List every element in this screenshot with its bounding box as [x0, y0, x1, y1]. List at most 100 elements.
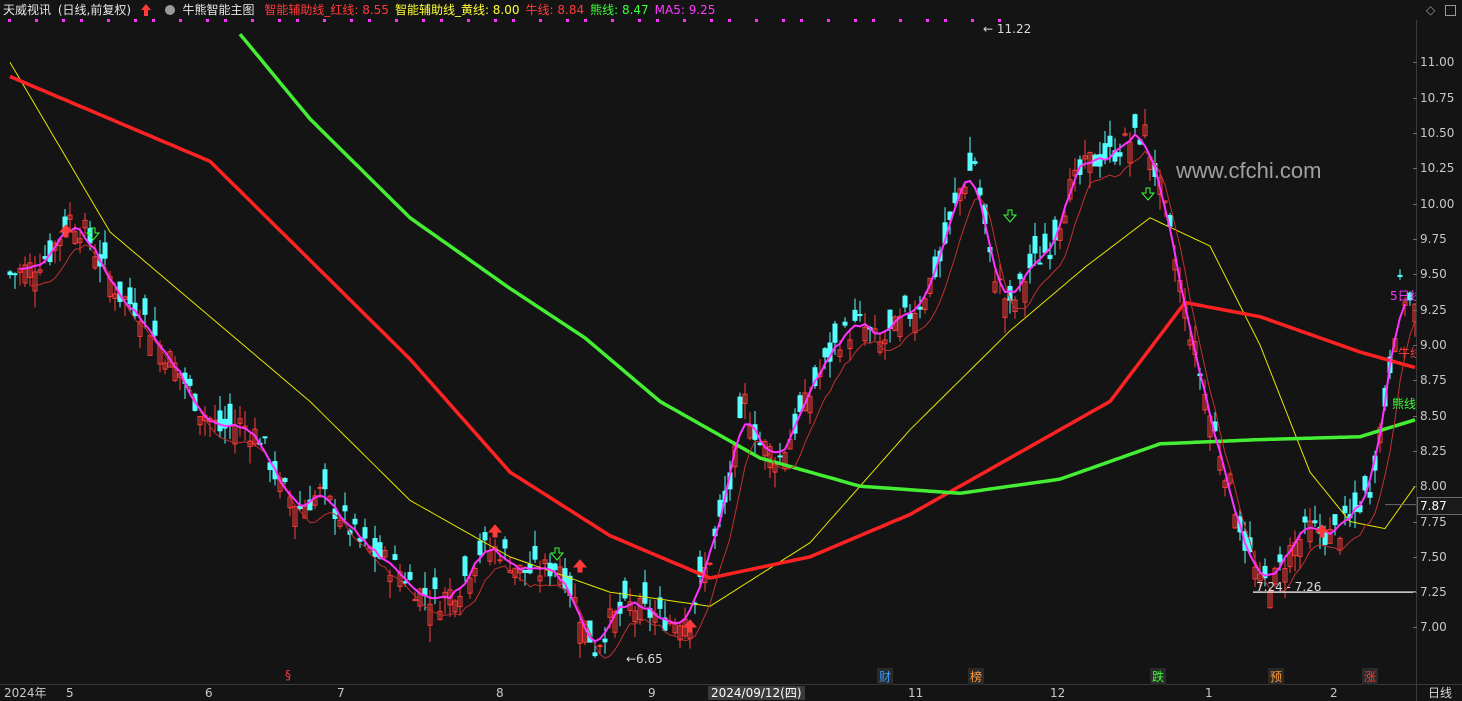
- stock-name[interactable]: 天威视讯: [3, 0, 51, 20]
- current-price-tag: 7.87: [1417, 496, 1462, 515]
- candle-body: [342, 505, 348, 512]
- price-tick: 7.50: [1420, 549, 1447, 564]
- price-tick: 11.00: [1420, 55, 1455, 70]
- candle-body: [917, 306, 923, 310]
- yellow-line: [9, 62, 1416, 607]
- price-tick-mark: [1413, 521, 1417, 523]
- candle-body: [902, 295, 908, 308]
- price-tick-mark: [1413, 238, 1417, 240]
- time-tick: 5: [66, 686, 74, 700]
- candle-body: [142, 298, 148, 315]
- candle-body: [642, 582, 648, 604]
- candle-body: [187, 378, 193, 386]
- indicator-value-3: 熊线: 8.47: [590, 3, 649, 17]
- candle-body: [482, 532, 488, 541]
- indicator-values: 智能辅助线_红线: 8.55 智能辅助线_黄线: 8.00 牛线: 8.84 熊线: …: [258, 0, 715, 20]
- price-tick: 9.75: [1420, 231, 1447, 246]
- candle-body: [317, 486, 323, 489]
- period-button[interactable]: 日线: [1416, 684, 1462, 701]
- sell-arrow-icon: [1140, 187, 1156, 201]
- watermark: www.cfchi.com: [1176, 158, 1322, 183]
- candle-body: [392, 554, 398, 560]
- time-tick: 2024年: [4, 686, 47, 700]
- line-label-0: 5日线: [1390, 289, 1416, 303]
- candle-body: [1132, 114, 1138, 128]
- event-marker-1[interactable]: 财: [877, 668, 894, 685]
- candle-body: [852, 309, 858, 321]
- time-axis[interactable]: 2024年 5 6 7 8 9 2024/09/12(四) 11 12 1 2: [0, 684, 1416, 701]
- price-tick-mark: [1413, 168, 1417, 170]
- event-marker-5[interactable]: 涨: [1362, 668, 1379, 685]
- price-tick-mark: [1413, 415, 1417, 417]
- candle-body: [967, 152, 973, 171]
- time-tick: 12: [1050, 686, 1066, 700]
- high-price-label: ← 11.22: [983, 22, 1031, 36]
- candle-body: [262, 436, 268, 439]
- candle-body: [227, 403, 233, 426]
- candle-body: [797, 395, 803, 413]
- sell-arrow-icon: [549, 547, 565, 561]
- sell-arrow-icon: [1002, 209, 1018, 223]
- indicator-value-4: MA5: 9.25: [654, 3, 716, 17]
- candle-body: [1047, 254, 1053, 260]
- time-tick: 9: [648, 686, 656, 700]
- candle-body: [497, 559, 503, 562]
- candle-body: [1312, 520, 1318, 524]
- candle-body: [707, 562, 713, 565]
- bull-line: [9, 74, 1416, 580]
- candle-body: [842, 321, 848, 326]
- candle-body: [972, 161, 978, 164]
- price-tick: 10.75: [1420, 90, 1455, 105]
- candle-body: [552, 563, 558, 571]
- event-marker-3[interactable]: 跌: [1150, 668, 1167, 685]
- price-tick: 10.50: [1420, 126, 1455, 141]
- buy-arrow-icon: [682, 619, 698, 633]
- diamond-icon[interactable]: ◇: [1426, 0, 1435, 20]
- candle-body: [522, 569, 528, 573]
- time-tick: 11: [908, 686, 924, 700]
- price-tick-mark: [1413, 556, 1417, 558]
- candle-body: [1042, 233, 1048, 253]
- candle-body: [502, 539, 508, 549]
- chart-mode[interactable]: (日线,前复权): [58, 0, 131, 20]
- window-controls: ◇: [1420, 0, 1456, 20]
- candlestick-chart[interactable]: ← 11.22 ←6.65 7.24 - 7.26 5日线牛线熊线: [0, 0, 1416, 684]
- candle-body: [407, 572, 413, 580]
- candle-body: [432, 577, 438, 590]
- price-tick-mark: [1413, 380, 1417, 382]
- price-tick: 9.00: [1420, 337, 1447, 352]
- candle-body: [1097, 154, 1103, 167]
- crosshair-date-label: 2024/09/12(四): [708, 686, 805, 700]
- time-tick: 6: [205, 686, 213, 700]
- candle-body: [1342, 505, 1348, 514]
- event-marker-2[interactable]: 榜: [968, 668, 985, 685]
- indicator-name[interactable]: 牛熊智能主图: [183, 0, 255, 20]
- settings-dot-icon[interactable]: [164, 5, 175, 15]
- candle-body: [832, 323, 838, 343]
- candle-body: [1017, 273, 1023, 280]
- candle-body: [1117, 152, 1123, 157]
- candle-body: [462, 556, 468, 577]
- price-tick-mark: [1413, 344, 1417, 346]
- price-tick: 8.00: [1420, 479, 1447, 494]
- indicator-value-1: 智能辅助线_黄线: 8.00: [394, 3, 520, 17]
- price-tick-mark: [1413, 486, 1417, 488]
- candle-body: [1302, 516, 1308, 523]
- price-tick: 8.75: [1420, 373, 1447, 388]
- candle-body: [857, 313, 863, 316]
- minimize-icon[interactable]: [1445, 5, 1456, 16]
- candle-body: [1332, 514, 1338, 526]
- price-axis[interactable]: 11.00 10.75 10.50 10.25 10.00 9.75 9.50 9.25 9.0…: [1413, 20, 1462, 684]
- candle-body: [777, 455, 783, 458]
- buy-arrow-icon: [487, 524, 503, 538]
- candle-body: [1102, 143, 1108, 161]
- up-arrow-icon: [140, 0, 151, 22]
- event-marker-4[interactable]: 预: [1268, 668, 1285, 685]
- price-tick-mark: [1413, 203, 1417, 205]
- event-marker-0[interactable]: §: [285, 668, 291, 682]
- price-tick-mark: [1413, 309, 1417, 311]
- candle-body: [737, 396, 743, 419]
- price-tick: 7.25: [1420, 585, 1447, 600]
- time-tick: 7: [337, 686, 345, 700]
- candle-body: [532, 545, 538, 560]
